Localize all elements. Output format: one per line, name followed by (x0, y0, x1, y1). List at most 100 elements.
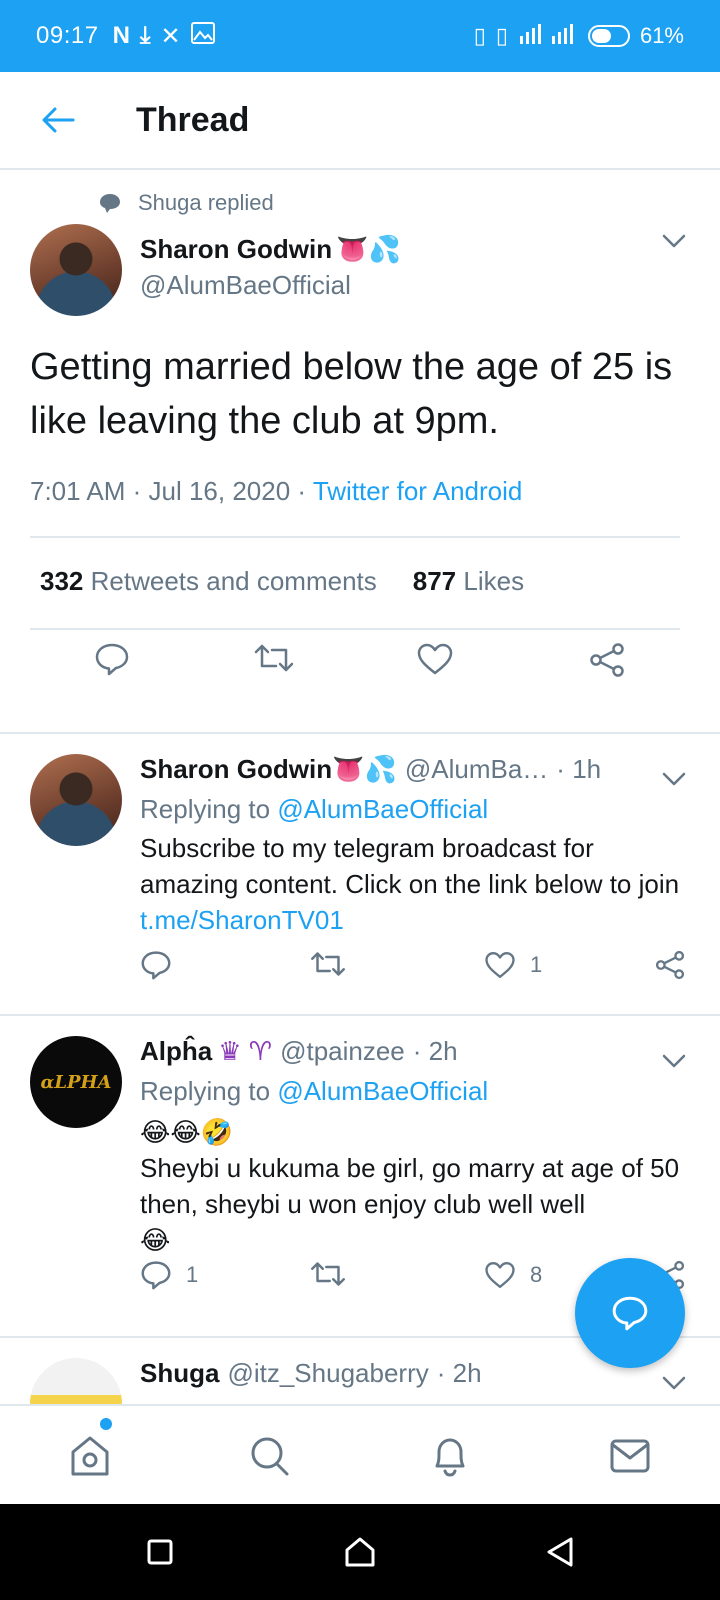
share-button[interactable] (654, 950, 686, 980)
avatar[interactable] (30, 224, 122, 316)
reply-time-value: 2h (428, 1036, 458, 1066)
square-icon (147, 1539, 173, 1565)
retweet-button[interactable] (310, 1260, 346, 1288)
avatar[interactable]: αLPHA (30, 1036, 122, 1128)
tweet-menu-button[interactable] (662, 1376, 686, 1395)
netflix-icon: N (112, 22, 130, 49)
retweets-count: 332 (40, 566, 84, 596)
retweet-button[interactable] (254, 642, 294, 679)
tab-messages[interactable] (600, 1428, 660, 1484)
tab-search[interactable] (240, 1428, 300, 1484)
avatar[interactable] (30, 754, 122, 846)
author-name-text: Sharon Godwin (140, 234, 333, 264)
speech-bubble-icon (100, 194, 120, 213)
replying-to: Replying to @AlumBaeOfficial (140, 794, 488, 825)
chevron-down-icon (662, 772, 686, 786)
reply-time: · 2h (436, 1358, 482, 1388)
avatar-logo-text: αLPHA (40, 1071, 112, 1093)
recents-button[interactable] (140, 1532, 180, 1572)
retweet-button[interactable] (310, 950, 346, 978)
likes-count: 877 (412, 566, 457, 596)
avatar[interactable] (30, 1358, 122, 1404)
author-handle[interactable]: @AlumBaeOfficial (140, 270, 351, 301)
reply-time: · 2h (412, 1036, 458, 1066)
reply-text: Subscribe to my telegram broadcast for a… (140, 830, 680, 938)
reply-header: Alpĥa ♛ ♈ @tpainzee · 2h (140, 1036, 458, 1067)
chevron-down-icon (662, 1054, 686, 1068)
reply-tweet[interactable]: Sharon Godwin 👅💦 @AlumBa… · 1h Replying … (0, 734, 720, 1016)
reply-author-name[interactable]: Shuga (140, 1358, 219, 1389)
thread-header: Thread (0, 72, 720, 170)
like-button[interactable]: 8 (484, 1260, 542, 1290)
compose-reply-button[interactable] (575, 1258, 685, 1368)
back-button[interactable] (28, 90, 88, 150)
phone-icon: ▯ (473, 23, 486, 48)
telegram-link[interactable]: t.me/SharonTV01 (140, 905, 344, 935)
heart-icon (417, 643, 453, 675)
status-bar: 09:17 N ⤓ ✕ ▯ ▯ 61% (0, 0, 720, 72)
x-icon: ✕ (160, 22, 181, 50)
reply-author-emoji: 👅💦 (332, 754, 397, 784)
retweet-icon (311, 952, 345, 976)
tweet-menu-button[interactable] (662, 1054, 686, 1073)
comment-icon (141, 951, 171, 980)
reply-text: 😂😂🤣 Sheybi u kukuma be girl, go marry at… (140, 1114, 680, 1258)
home-nav-button[interactable] (340, 1532, 380, 1572)
share-button[interactable] (588, 642, 626, 683)
reply-bubble-icon (612, 1296, 648, 1331)
mention-link[interactable]: @AlumBaeOfficial (277, 1076, 488, 1106)
reply-author-handle: @itz_Shugaberry (227, 1358, 429, 1388)
reply-author-emoji: ♛ ♈ (218, 1036, 273, 1066)
tweet-menu-button[interactable] (662, 772, 686, 791)
chevron-down-icon (662, 234, 686, 248)
comment-icon (141, 1261, 171, 1290)
like-button[interactable] (416, 642, 454, 681)
author-emoji: 👅💦 (336, 234, 401, 264)
replying-label: Replying to (140, 1076, 271, 1106)
tweet-time: 7:01 AM (30, 476, 126, 506)
share-icon (655, 950, 685, 980)
reply-text-emoji: 😂 (140, 1225, 171, 1255)
heart-icon (485, 1262, 515, 1288)
reply-header: Sharon Godwin 👅💦 @AlumBa… · 1h (140, 754, 601, 785)
bell-icon (435, 1438, 465, 1477)
mention-link[interactable]: @AlumBaeOfficial (277, 794, 488, 824)
comment-icon (95, 643, 129, 676)
tweet-meta: 7:01 AM · Jul 16, 2020 · Twitter for And… (30, 476, 523, 506)
tweet-menu-button[interactable] (662, 234, 686, 253)
search-icon (251, 1437, 289, 1476)
likes-stat[interactable]: 877 Likes (413, 566, 524, 597)
bottom-tab-bar (0, 1404, 720, 1504)
android-nav-bar (0, 1504, 720, 1600)
reply-button[interactable] (140, 950, 186, 980)
reply-context-text: Shuga replied (138, 190, 274, 215)
reply-time: · 1h (556, 754, 602, 784)
divider (30, 628, 680, 630)
tweet-text: Getting married below the age of 25 is l… (30, 346, 673, 442)
reply-author-name[interactable]: Sharon Godwin (140, 754, 332, 785)
reply-button[interactable]: 1 (140, 1260, 198, 1290)
system-icons: ▯ ▯ 61% (474, 22, 684, 50)
home-icon (71, 1436, 109, 1476)
download-icon: ⤓ (139, 22, 151, 49)
divider (30, 536, 680, 538)
battery-icon (587, 25, 630, 47)
retweets-stat[interactable]: 332 Retweets and comments (40, 566, 377, 597)
like-button[interactable]: 1 (484, 950, 542, 980)
tab-home[interactable] (60, 1428, 120, 1484)
tab-notifications[interactable] (420, 1428, 480, 1484)
battery-percent: 61% (639, 23, 684, 48)
tweet-source-link[interactable]: Twitter for Android (313, 476, 523, 506)
notification-icons: N ⤓ ✕ (112, 21, 215, 51)
replying-label: Replying to (140, 794, 271, 824)
home-outline-icon (345, 1537, 375, 1567)
reply-text-content: Subscribe to my telegram broadcast for a… (140, 833, 680, 899)
status-time: 09:17 (36, 22, 99, 49)
reply-author-name[interactable]: Alpĥa (140, 1036, 212, 1067)
reply-context: Shuga replied (98, 190, 274, 216)
like-count: 8 (530, 1262, 543, 1287)
back-nav-button[interactable] (540, 1532, 580, 1572)
reply-button[interactable] (94, 642, 130, 681)
author-name[interactable]: Sharon Godwin 👅💦 (140, 234, 401, 265)
reply-header: Shuga @itz_Shugaberry · 2h (140, 1358, 482, 1389)
